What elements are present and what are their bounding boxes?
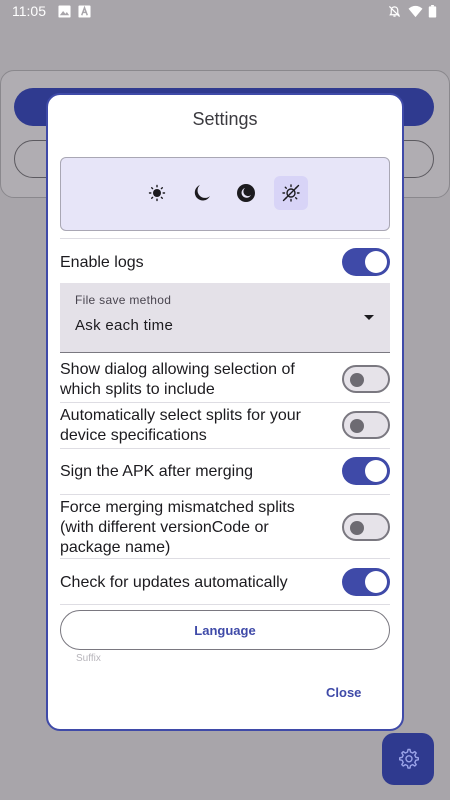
show-dialog-splits-switch[interactable] (342, 365, 390, 393)
language-button[interactable]: Language (60, 610, 390, 650)
theme-selector (60, 157, 390, 231)
theme-option-dark[interactable] (185, 176, 219, 210)
auto-select-splits-switch[interactable] (342, 411, 390, 439)
divider (60, 558, 390, 559)
settings-fab[interactable] (382, 733, 434, 785)
battery-icon (428, 5, 437, 18)
close-button[interactable]: Close (326, 685, 361, 700)
file-save-method-label: File save method (75, 293, 172, 307)
sign-apk-switch[interactable] (342, 457, 390, 485)
moon-icon (194, 185, 210, 201)
auto-theme-icon (282, 184, 300, 202)
check-updates-label: Check for updates automatically (60, 574, 288, 591)
file-save-method-value: Ask each time (75, 317, 174, 334)
check-updates-switch[interactable] (342, 568, 390, 596)
divider (60, 402, 390, 403)
divider (60, 448, 390, 449)
file-save-method-select[interactable]: File save method Ask each time (60, 283, 390, 353)
enable-logs-label: Enable logs (60, 254, 144, 271)
auto-select-splits-label: Automatically select splits for your dev… (60, 407, 301, 444)
theme-option-black[interactable] (229, 176, 263, 210)
status-bar: 11:05 (0, 0, 450, 24)
dropdown-arrow-icon (364, 315, 374, 320)
settings-dialog: Settings Enable logs File save method As… (46, 93, 404, 731)
show-dialog-splits-label: Show dialog allowing selection of which … (60, 361, 295, 398)
status-time: 11:05 (12, 3, 46, 19)
divider (60, 604, 390, 605)
moon-circle-icon (237, 184, 255, 202)
faded-setting-text: Suffix (76, 653, 101, 663)
gear-icon (399, 748, 419, 769)
image-icon (58, 5, 71, 18)
dialog-title: Settings (192, 109, 258, 129)
notifications-off-icon (388, 5, 401, 18)
force-merge-switch[interactable] (342, 513, 390, 541)
divider (60, 238, 390, 239)
sun-icon (148, 184, 166, 202)
sign-apk-label: Sign the APK after merging (60, 463, 253, 480)
enable-logs-switch[interactable] (342, 248, 390, 276)
force-merge-label: Force merging mismatched splits (with di… (60, 499, 295, 556)
theme-option-light[interactable] (140, 176, 174, 210)
divider (60, 494, 390, 495)
wifi-icon (408, 5, 423, 18)
font-icon (78, 5, 91, 18)
theme-option-auto[interactable] (274, 176, 308, 210)
